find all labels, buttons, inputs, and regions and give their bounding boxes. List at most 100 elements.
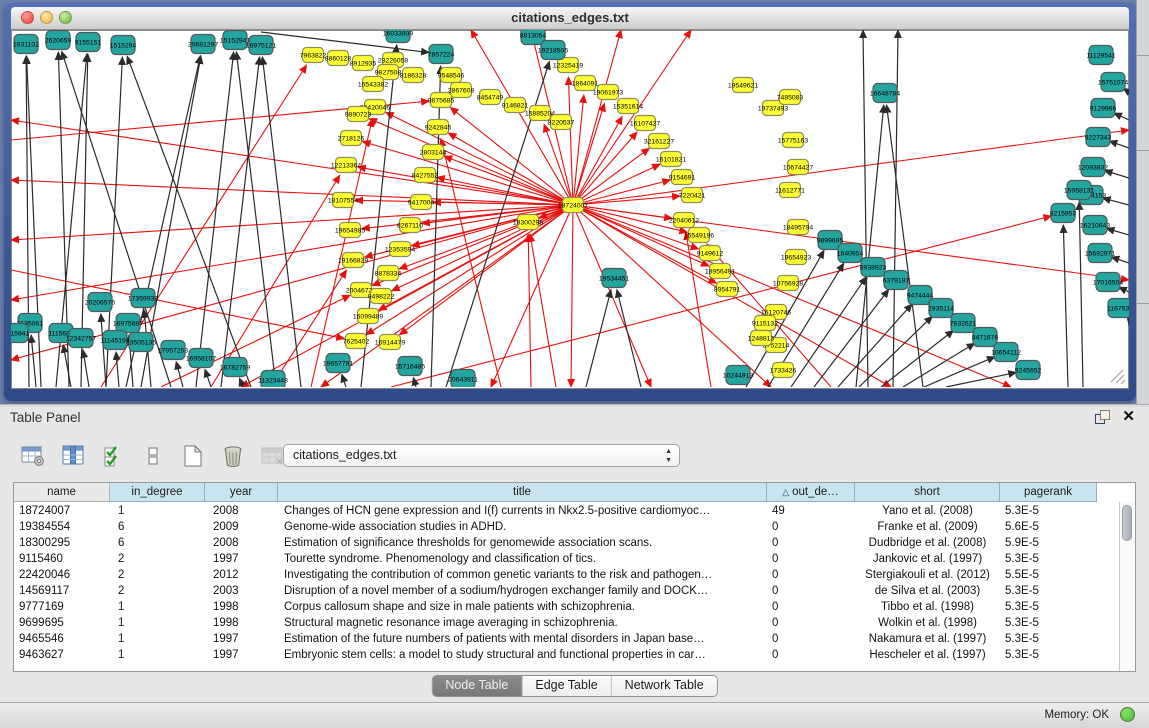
table-row[interactable]: 911546021997Tourette syndrome. Phenomeno… — [14, 551, 1119, 567]
table-row[interactable]: 969969511998Structural magnetic resonanc… — [14, 615, 1119, 631]
graph-node[interactable]: 18495794 — [783, 220, 813, 235]
graph-node[interactable]: 1864091 — [572, 76, 599, 91]
table-cell[interactable]: 0 — [767, 567, 855, 583]
citation-network-graph[interactable]: 1872400718300295280314412213364842755218… — [11, 30, 1129, 387]
table-cell[interactable]: 1 — [110, 599, 205, 615]
table-cell[interactable]: 5.6E-5 — [1000, 519, 1097, 535]
table-cell[interactable]: Dudbridge et al. (2008) — [855, 535, 1000, 551]
table-cell[interactable]: 2 — [110, 567, 205, 583]
network-canvas[interactable]: 1872400718300295280314412213364842755218… — [11, 30, 1129, 389]
column-header-short[interactable]: short — [855, 483, 1000, 502]
graph-node[interactable]: 8267110 — [397, 218, 423, 233]
tab-network-table[interactable]: Network Table — [612, 676, 717, 696]
table-cell[interactable]: 0 — [767, 583, 855, 599]
table-cell[interactable]: Structural magnetic resonance image aver… — [278, 615, 767, 631]
graph-node[interactable]: 1840954 — [837, 244, 864, 263]
graph-node[interactable]: 19549621 — [728, 78, 758, 93]
graph-node[interactable]: 16033809 — [383, 30, 413, 43]
graph-node[interactable]: 19166829 — [338, 253, 368, 268]
graph-node[interactable]: 9548546 — [438, 68, 465, 83]
graph-node[interactable]: 15549196 — [684, 228, 714, 243]
table-cell[interactable]: 0 — [767, 519, 855, 535]
table-cell[interactable]: 5.3E-5 — [1000, 615, 1097, 631]
graph-node[interactable]: 7220421 — [679, 188, 706, 203]
graph-node[interactable]: 19657791 — [323, 354, 353, 373]
graph-node[interactable]: 16914479 — [375, 335, 405, 350]
graph-node[interactable]: 15958131 — [1064, 181, 1094, 200]
table-cell[interactable]: 9777169 — [14, 599, 110, 615]
graph-node[interactable]: 7963822 — [300, 48, 327, 63]
table-select-dropdown[interactable]: citations_edges.txt ▲▼ — [283, 444, 680, 467]
graph-node[interactable]: 3915941 — [11, 324, 29, 343]
new-document-icon[interactable] — [180, 444, 206, 468]
graph-node[interactable]: 19534451 — [599, 269, 629, 288]
graph-node[interactable]: 11612771 — [775, 183, 805, 198]
graph-node[interactable]: 9242845 — [425, 120, 452, 135]
graph-node[interactable]: 9875685 — [428, 93, 455, 108]
table-cell[interactable]: 9115460 — [14, 551, 110, 567]
table-cell[interactable]: de Silva et al. (2003) — [855, 583, 1000, 599]
column-header-out_de[interactable]: △out_de… — [767, 483, 855, 502]
table-cell[interactable]: 9463627 — [14, 647, 110, 663]
table-cell[interactable]: Corpus callosum shape and size in male p… — [278, 599, 767, 615]
memory-ok-icon[interactable] — [1120, 707, 1135, 722]
scrollbar-thumb[interactable] — [1122, 505, 1132, 541]
table-cell[interactable]: Wolkin et al. (1998) — [855, 615, 1000, 631]
graph-node[interactable]: 15716485 — [395, 357, 425, 376]
table-row[interactable]: 977716911998Corpus callosum shape and si… — [14, 599, 1119, 615]
table-cell[interactable]: Franke et al. (2009) — [855, 519, 1000, 535]
graph-node[interactable]: 10756928 — [773, 276, 803, 291]
graph-node[interactable]: 18956491 — [705, 264, 735, 279]
table-cell[interactable]: 5.3E-5 — [1000, 551, 1097, 567]
table-cell[interactable]: 6 — [110, 535, 205, 551]
table-row[interactable]: 1872400712008Changes of HCN gene express… — [14, 503, 1119, 519]
graph-node[interactable]: 9154691 — [669, 170, 696, 185]
table-cell[interactable]: Jankovic et al. (1997) — [855, 551, 1000, 567]
table-cell[interactable]: 1997 — [205, 551, 278, 567]
table-cell[interactable]: 18300295 — [14, 535, 110, 551]
table-cell[interactable]: 5.3E-5 — [1000, 583, 1097, 599]
table-cell[interactable]: 2 — [110, 583, 205, 599]
graph-node[interactable]: 8215953 — [1050, 204, 1077, 223]
graph-node[interactable]: 12093832 — [1078, 158, 1108, 177]
table-cell[interactable]: 2 — [110, 551, 205, 567]
table-cell[interactable]: 2008 — [205, 535, 278, 551]
table-cell[interactable]: 2008 — [205, 503, 278, 519]
column-header-in_degree[interactable]: in_degree — [110, 483, 205, 502]
graph-node[interactable]: 19654923 — [781, 250, 811, 265]
graph-node[interactable]: 11129541 — [1086, 46, 1115, 65]
graph-node[interactable]: 8912935 — [350, 56, 377, 71]
close-panel-icon[interactable]: ✕ — [1122, 410, 1135, 424]
show-column-icon[interactable] — [60, 444, 86, 468]
table-row[interactable]: 946554611997Estimation of the future num… — [14, 631, 1119, 647]
float-panel-icon[interactable] — [1095, 410, 1110, 424]
graph-node[interactable]: 8427552 — [412, 168, 439, 183]
table-cell[interactable]: Stergiakouli et al. (2012) — [855, 567, 1000, 583]
table-cell[interactable]: 2003 — [205, 583, 278, 599]
graph-node[interactable]: 9890723 — [345, 107, 372, 122]
graph-node[interactable]: 12342757 — [66, 329, 96, 348]
graph-node[interactable]: 1733426 — [770, 363, 797, 378]
table-cell[interactable]: 1 — [110, 503, 205, 519]
table-cell[interactable]: 5.5E-5 — [1000, 567, 1097, 583]
select-columns-icon[interactable] — [100, 444, 126, 468]
table-row[interactable]: 1456911722003Disruption of a novel membe… — [14, 583, 1119, 599]
table-settings-icon[interactable] — [20, 444, 46, 468]
network-window-titlebar[interactable]: citations_edges.txt — [11, 7, 1129, 30]
tab-node-table[interactable]: Node Table — [432, 676, 522, 696]
graph-node[interactable]: 8454749 — [477, 90, 504, 105]
graph-node[interactable]: 22040612 — [669, 213, 699, 228]
table-cell[interactable]: 0 — [767, 647, 855, 663]
graph-node[interactable]: 16101821 — [656, 152, 686, 167]
graph-node[interactable]: 8954791 — [714, 282, 741, 297]
collapsed-side-panel[interactable] — [1136, 0, 1149, 404]
graph-node[interactable]: 16782759 — [220, 358, 250, 377]
graph-node[interactable]: 1515294 — [110, 36, 137, 55]
delete-icon[interactable] — [220, 444, 246, 468]
graph-node[interactable]: 1631102 — [13, 35, 39, 54]
table-cell[interactable]: Embryonic stem cells: a model to study s… — [278, 647, 767, 663]
graph-node[interactable]: 10654112 — [991, 343, 1021, 362]
table-cell[interactable]: 1 — [110, 631, 205, 647]
table-row[interactable]: 2242004622012Investigating the contribut… — [14, 567, 1119, 583]
table-cell[interactable]: 1998 — [205, 599, 278, 615]
